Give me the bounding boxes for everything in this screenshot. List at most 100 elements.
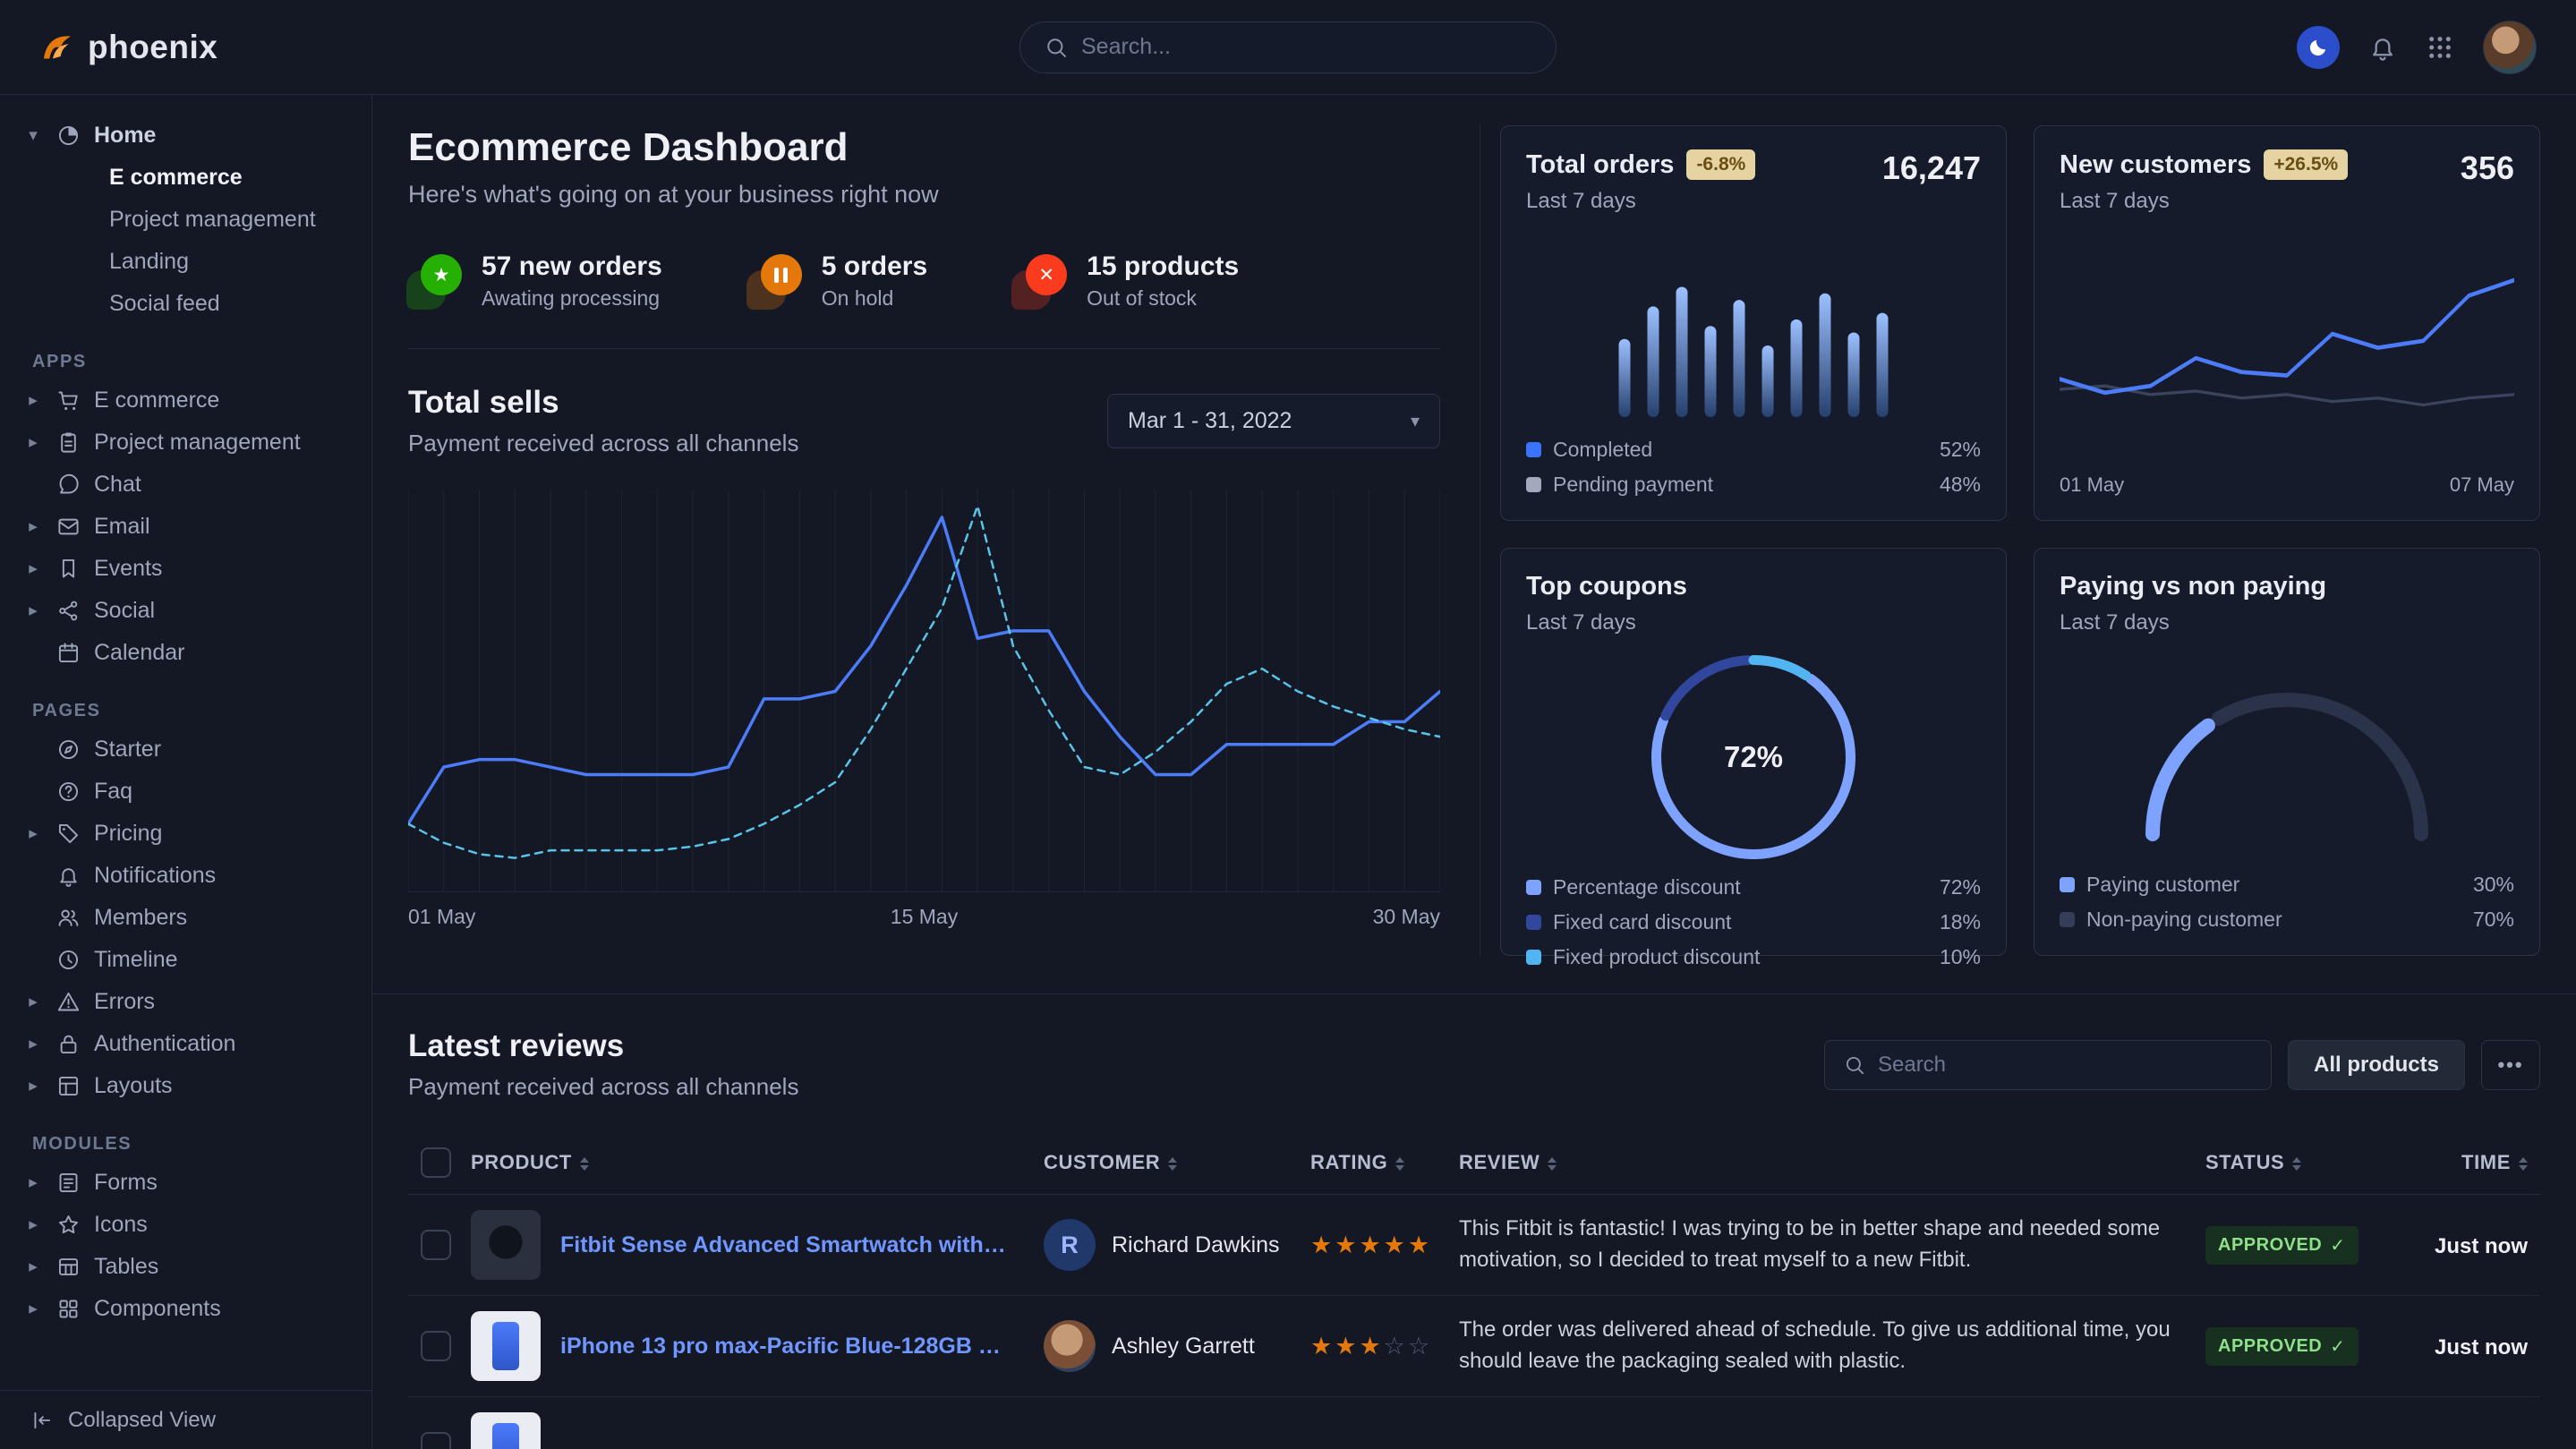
legend-value: 48% <box>1940 473 1981 497</box>
sort-icon <box>580 1157 589 1171</box>
chat-icon <box>56 473 81 497</box>
star-filled-icon: ★ <box>1408 1232 1432 1258</box>
layout-icon <box>56 1074 81 1098</box>
sort-up-arrow <box>1548 1157 1557 1163</box>
legend-swatch <box>1526 950 1541 965</box>
column-header-rating[interactable]: RATING <box>1298 1131 1446 1195</box>
more-options-button[interactable]: ••• <box>2481 1040 2540 1090</box>
chevron-right-icon: ▸ <box>23 1215 43 1235</box>
column-header-review[interactable]: REVIEW <box>1446 1131 2193 1195</box>
product-link[interactable]: iPhone 13 pro max-Pacific Blue-128GB sto… <box>560 1334 1008 1360</box>
bell-icon <box>56 864 81 888</box>
sidebar-item-social[interactable]: ▸Social <box>23 590 348 632</box>
form-icon <box>56 1171 81 1195</box>
chevron-right-icon: ▸ <box>23 823 43 844</box>
legend-label: Pending payment <box>1553 473 1713 497</box>
sidebar-item-errors[interactable]: ▸Errors <box>23 981 348 1023</box>
checkbox[interactable] <box>421 1432 451 1449</box>
sidebar-item-calendar[interactable]: Calendar <box>23 632 348 674</box>
legend-swatch <box>1526 880 1541 895</box>
sidebar-item-project-management[interactable]: ▸Project management <box>23 422 348 464</box>
product-link[interactable]: Fitbit Sense Advanced Smartwatch with To… <box>560 1232 1008 1258</box>
users-icon <box>56 906 81 930</box>
trend-badge: -6.8% <box>1686 149 1755 180</box>
star-filled-icon: ★ <box>1359 1232 1383 1258</box>
sidebar-item-label: Faq <box>94 779 132 805</box>
main-content: Ecommerce Dashboard Here's what's going … <box>372 95 2576 1449</box>
sidebar-item-faq[interactable]: Faq <box>23 771 348 813</box>
sort-icon <box>1548 1157 1557 1171</box>
global-search[interactable] <box>1019 21 1557 73</box>
legend-swatch <box>1526 442 1541 457</box>
column-label: PRODUCT <box>471 1151 572 1173</box>
rating-stars: ★★★★★ <box>1310 1232 1432 1258</box>
all-products-button[interactable]: All products <box>2288 1040 2465 1090</box>
chevron-right-icon: ▸ <box>23 390 43 411</box>
cell-time: Just now <box>2413 1195 2540 1296</box>
reviews-table: PRODUCT CUSTOMERRATINGREVIEWSTATUS TIME Fi… <box>408 1131 2540 1449</box>
total-orders-chart <box>1526 235 1981 418</box>
reviews-subtitle: Payment received across all channels <box>408 1073 798 1101</box>
sidebar-item-tables[interactable]: ▸Tables <box>23 1246 348 1288</box>
collapsed-view-toggle[interactable]: Collapsed View <box>0 1390 371 1449</box>
sidebar-item-events[interactable]: ▸Events <box>23 548 348 590</box>
star-filled-icon: ★ <box>1384 1232 1408 1258</box>
search-input[interactable] <box>1081 34 1532 60</box>
x-label: 30 May <box>1373 905 1440 929</box>
sort-icon <box>1395 1157 1404 1171</box>
sidebar-item-icons[interactable]: ▸Icons <box>23 1204 348 1246</box>
star-filled-icon: ★ <box>1310 1333 1335 1360</box>
sidebar-item-email[interactable]: ▸Email <box>23 506 348 548</box>
product <box>471 1412 1019 1449</box>
sidebar-item-e-commerce[interactable]: E commerce <box>23 157 348 199</box>
column-header-status[interactable]: STATUS <box>2193 1131 2413 1195</box>
sidebar-section-title: PAGES <box>23 701 348 721</box>
reviews-search[interactable] <box>1824 1040 2272 1090</box>
reviews-search-input[interactable] <box>1878 1053 2253 1078</box>
sidebar-item-authentication[interactable]: ▸Authentication <box>23 1023 348 1065</box>
card-period: Last 7 days <box>2060 610 2326 635</box>
cell-status: APPROVED✓ <box>2193 1296 2413 1397</box>
cart-icon <box>56 388 81 413</box>
legend-swatch <box>2060 912 2075 927</box>
legend-label: Completed <box>1553 438 1652 462</box>
checkbox[interactable] <box>421 1331 451 1361</box>
sidebar-item-layouts[interactable]: ▸Layouts <box>23 1065 348 1107</box>
product: Fitbit Sense Advanced Smartwatch with To… <box>471 1210 1019 1280</box>
column-header-time[interactable]: TIME <box>2413 1131 2540 1195</box>
sidebar-item-e-commerce[interactable]: ▸E commerce <box>23 379 348 422</box>
customer-avatar: R <box>1044 1219 1096 1271</box>
card-period: Last 7 days <box>1526 610 1687 635</box>
sidebar-item-timeline[interactable]: Timeline <box>23 939 348 981</box>
star-filled-icon: ★ <box>1335 1333 1359 1360</box>
column-header-customer[interactable]: CUSTOMER <box>1031 1131 1298 1195</box>
sidebar-item-pricing[interactable]: ▸Pricing <box>23 813 348 855</box>
sidebar-item-landing[interactable]: Landing <box>23 241 348 283</box>
apps-grid-button[interactable] <box>2426 33 2454 62</box>
brand-name: phoenix <box>88 29 218 66</box>
table-header-checkbox <box>408 1131 458 1195</box>
sidebar-item-chat[interactable]: Chat <box>23 464 348 506</box>
user-avatar[interactable] <box>2483 21 2537 74</box>
column-header-product[interactable]: PRODUCT <box>458 1131 1031 1195</box>
notifications-button[interactable] <box>2368 33 2397 62</box>
sidebar-item-forms[interactable]: ▸Forms <box>23 1162 348 1204</box>
reviews-table-head-row: PRODUCT CUSTOMERRATINGREVIEWSTATUS TIME <box>408 1131 2540 1195</box>
cell-review <box>1446 1397 2193 1449</box>
sidebar-item-home[interactable]: ▾Home <box>23 115 348 157</box>
chevron-right-icon: ▸ <box>23 516 43 537</box>
donut-center-value: 72% <box>1651 655 1855 859</box>
checkbox[interactable] <box>421 1147 451 1178</box>
sidebar-item-social-feed[interactable]: Social feed <box>23 283 348 325</box>
checkbox[interactable] <box>421 1230 451 1260</box>
column-label: TIME <box>2461 1151 2511 1173</box>
sidebar-item-members[interactable]: Members <box>23 897 348 939</box>
theme-toggle-button[interactable] <box>2297 26 2340 69</box>
sidebar-item-notifications[interactable]: Notifications <box>23 855 348 897</box>
sidebar-item-starter[interactable]: Starter <box>23 729 348 771</box>
new-customers-card: New customers +26.5% Last 7 days 356 01 … <box>2034 125 2540 521</box>
date-range-select[interactable]: Mar 1 - 31, 2022 ▾ <box>1107 394 1440 448</box>
sidebar-item-project-management[interactable]: Project management <box>23 199 348 241</box>
brand-logo[interactable]: phoenix <box>39 29 218 66</box>
sidebar-item-components[interactable]: ▸Components <box>23 1288 348 1330</box>
